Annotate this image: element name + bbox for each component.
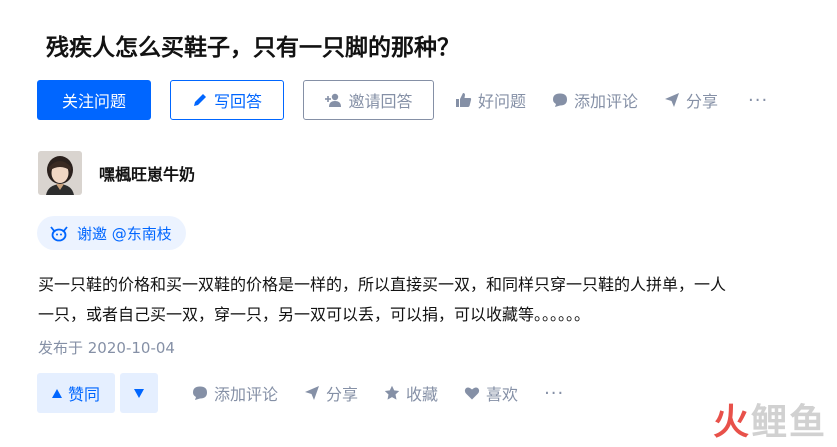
add-user-icon [325,93,342,107]
heart-icon [464,387,480,400]
follow-question-button[interactable]: 关注问题 [37,80,151,120]
invite-badge-label: 谢邀 @东南枝 [77,224,172,243]
triangle-down-icon [134,388,144,398]
more-options-button[interactable]: ··· [748,90,768,111]
invite-answer-button[interactable]: 邀请回答 [303,80,434,120]
upvote-label: 赞同 [67,385,100,404]
upvote-button[interactable]: 赞同 [37,373,115,413]
answer-more-button[interactable]: ··· [544,383,564,404]
answer-content-line: 买一只鞋的价格和买一双鞋的价格是一样的，所以直接买一双，和同样只穿一只鞋的人拼单… [38,275,727,294]
answer-add-comment-label: 添加评论 [214,385,279,404]
avatar[interactable] [38,151,82,195]
invite-icon [50,226,68,242]
good-question-label: 好问题 [478,92,527,111]
good-question-button[interactable]: 好问题 [455,88,526,112]
comment-icon [553,93,568,107]
favorite-button[interactable]: 收藏 [384,381,438,405]
avatar-image [38,151,82,195]
answer-share-label: 分享 [326,385,359,404]
add-comment-button[interactable]: 添加评论 [552,88,638,112]
author-name[interactable]: 嘿楓旺崽牛奶 [99,161,195,185]
publish-date[interactable]: 发布于 2020-10-04 [38,337,175,358]
like-button[interactable]: 喜欢 [464,381,518,405]
watermark-part2: 鲤鱼 [750,402,827,443]
question-title: 残疾人怎么买鞋子，只有一只脚的那种？ [46,35,460,61]
downvote-button[interactable] [120,373,158,413]
answer-author: 嘿楓旺崽牛奶 [38,151,195,195]
pencil-icon [193,94,206,106]
answer-add-comment-button[interactable]: 添加评论 [192,381,278,405]
paper-plane-icon [305,386,320,400]
add-comment-label: 添加评论 [574,92,639,111]
paper-plane-icon [665,93,680,107]
watermark-part1: 火 [712,402,751,443]
favorite-label: 收藏 [406,385,439,404]
star-icon [384,385,400,400]
write-answer-button[interactable]: 写回答 [170,80,284,120]
invite-badge[interactable]: 谢邀 @东南枝 [37,216,186,250]
share-button[interactable]: 分享 [664,88,718,112]
answer-content: 买一只鞋的价格和买一双鞋的价格是一样的，所以直接买一双，和同样只穿一只鞋的人拼单… [38,270,813,330]
write-answer-label: 写回答 [213,92,262,111]
question-actions: 关注问题 写回答 邀请回答 好问题 添加评论 分享 ··· [37,80,768,120]
invite-answer-label: 邀请回答 [348,92,413,111]
like-label: 喜欢 [486,385,519,404]
answer-share-button[interactable]: 分享 [304,381,358,405]
answer-content-line: 一只，或者自己买一双，穿一只，另一双可以丢，可以捐，可以收藏等。。。。。。 [38,305,591,324]
thumb-up-icon [456,93,472,107]
share-label: 分享 [686,92,719,111]
triangle-up-icon [51,388,62,398]
comment-icon [193,386,207,400]
answer-actions: 赞同 添加评论 分享 收藏 喜欢 ··· [37,373,564,413]
watermark-logo: 火 鲤鱼 [713,393,827,445]
